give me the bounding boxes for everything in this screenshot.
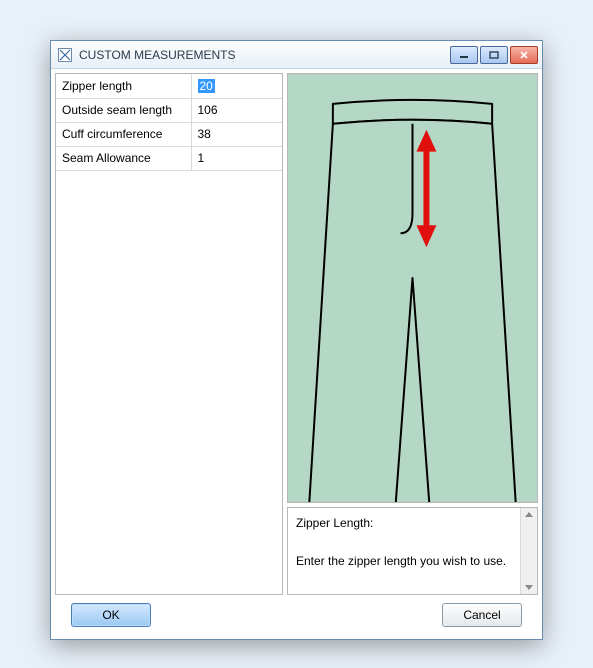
measurement-label[interactable]: Seam Allowance — [56, 146, 191, 170]
help-box: Zipper Length: Enter the zipper length y… — [287, 507, 538, 595]
measurement-value[interactable]: 1 — [191, 146, 282, 170]
measurement-value[interactable]: 38 — [191, 122, 282, 146]
pants-illustration — [288, 74, 537, 502]
close-button[interactable] — [510, 46, 538, 64]
help-text: Zipper Length: Enter the zipper length y… — [288, 508, 520, 594]
measurement-value[interactable]: 106 — [191, 98, 282, 122]
measurement-row[interactable]: Seam Allowance1 — [56, 146, 282, 170]
measurement-label[interactable]: Outside seam length — [56, 98, 191, 122]
measurement-label[interactable]: Zipper length — [56, 74, 191, 98]
measurement-value[interactable]: 20 — [191, 74, 282, 98]
right-panel: Zipper Length: Enter the zipper length y… — [287, 73, 538, 595]
titlebar[interactable]: CUSTOM MEASUREMENTS — [51, 41, 542, 69]
minimize-button[interactable] — [450, 46, 478, 64]
content-area: Zipper length20Outside seam length106Cuf… — [51, 69, 542, 599]
measurements-table: Zipper length20Outside seam length106Cuf… — [56, 74, 282, 171]
measurement-label[interactable]: Cuff circumference — [56, 122, 191, 146]
app-icon — [57, 47, 73, 63]
cancel-button[interactable]: Cancel — [442, 603, 522, 627]
window-controls — [450, 46, 538, 64]
help-title: Zipper Length: — [296, 514, 512, 533]
preview-pane — [287, 73, 538, 503]
window-title: CUSTOM MEASUREMENTS — [79, 48, 450, 62]
measurements-panel: Zipper length20Outside seam length106Cuf… — [55, 73, 283, 595]
button-row: OK Cancel — [51, 599, 542, 639]
help-scrollbar[interactable] — [520, 508, 537, 594]
measurement-row[interactable]: Cuff circumference38 — [56, 122, 282, 146]
maximize-button[interactable] — [480, 46, 508, 64]
ok-button[interactable]: OK — [71, 603, 151, 627]
measurement-row[interactable]: Zipper length20 — [56, 74, 282, 98]
help-body: Enter the zipper length you wish to use. — [296, 552, 512, 571]
custom-measurements-window: CUSTOM MEASUREMENTS Zipper length20Outsi… — [50, 40, 543, 640]
measurement-row[interactable]: Outside seam length106 — [56, 98, 282, 122]
